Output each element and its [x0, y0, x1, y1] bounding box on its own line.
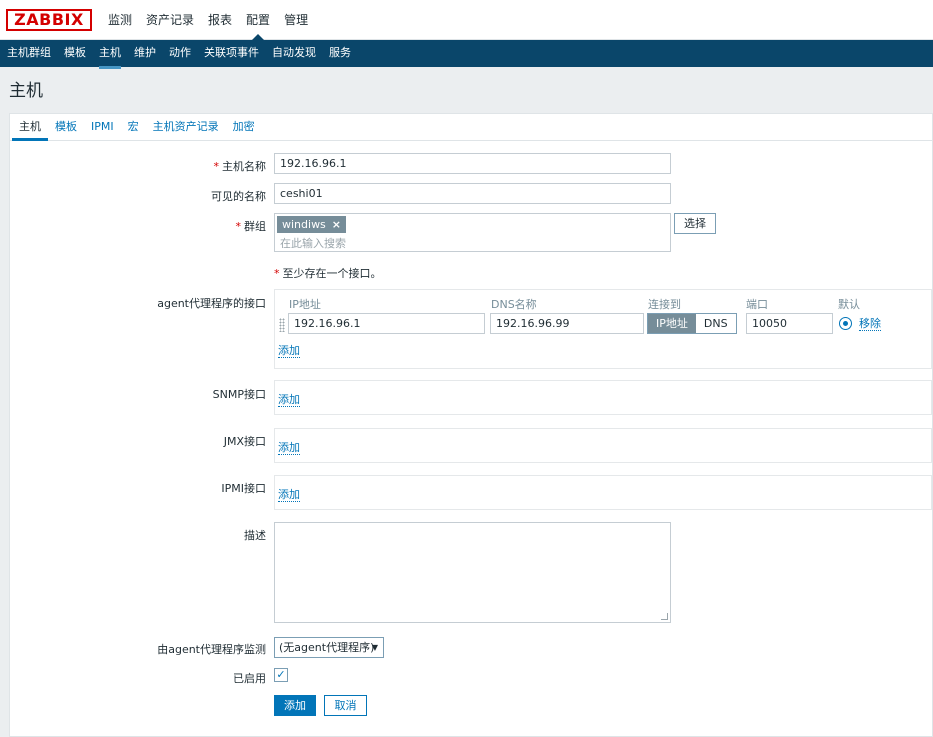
menu-administration[interactable]: 管理: [284, 0, 308, 40]
visible-name-input[interactable]: ceshi01: [274, 183, 671, 204]
tab-macros[interactable]: 宏: [121, 114, 146, 140]
visible-name-label: 可见的名称: [211, 190, 266, 203]
zabbix-logo[interactable]: ZABBIX: [6, 9, 92, 31]
host-form-panel: 主机 模板 IPMI 宏 主机资产记录 加密 * 主机名称 192.16.96.1…: [9, 113, 933, 737]
agent-dns-input[interactable]: 192.16.96.99: [490, 313, 644, 334]
snmp-interface-label: SNMP接口: [212, 388, 266, 401]
menu-configuration[interactable]: 配置: [246, 0, 270, 40]
proxy-select-value: (无agent代理程序): [279, 641, 375, 654]
menu-monitoring[interactable]: 监测: [108, 0, 132, 40]
submenu-maintenance[interactable]: 维护: [134, 40, 156, 67]
ipmi-interface-label: IPMI接口: [221, 482, 266, 495]
add-jmx-interface-link[interactable]: 添加: [278, 441, 300, 455]
enabled-checkbox[interactable]: ✓: [274, 668, 288, 682]
tab-ipmi[interactable]: IPMI: [84, 114, 121, 140]
jmx-interface-label: JMX接口: [223, 435, 266, 448]
select-groups-button[interactable]: 选择: [674, 213, 716, 234]
jmx-interface-box: 添加: [274, 428, 932, 463]
agent-interface-box: IP地址 DNS名称 连接到 端口 默认 192.16.96.1 192.16.…: [274, 289, 932, 369]
tab-host[interactable]: 主机: [12, 114, 48, 141]
connect-ip-option[interactable]: IP地址: [648, 314, 696, 333]
submenu-correlation[interactable]: 关联项事件: [204, 40, 259, 67]
connect-dns-option[interactable]: DNS: [696, 314, 736, 333]
snmp-interface-box: 添加: [274, 380, 932, 415]
groups-label: * 群组: [16, 218, 267, 234]
col-dns-header: DNS名称: [491, 298, 537, 311]
add-snmp-interface-link[interactable]: 添加: [278, 393, 300, 407]
remove-interface-link[interactable]: 移除: [859, 317, 881, 331]
submenu-services[interactable]: 服务: [329, 40, 351, 67]
page-title: 主机: [9, 81, 43, 101]
menu-reports[interactable]: 报表: [208, 0, 232, 40]
host-name-input[interactable]: 192.16.96.1: [274, 153, 671, 174]
add-agent-interface-link[interactable]: 添加: [278, 344, 300, 358]
submenu-templates[interactable]: 模板: [64, 40, 86, 67]
main-menu: 监测 资产记录 报表 配置 管理: [108, 0, 322, 40]
col-ip-header: IP地址: [289, 298, 321, 311]
groups-search-placeholder[interactable]: 在此输入搜索: [280, 235, 346, 251]
col-port-header: 端口: [746, 298, 768, 311]
enabled-label: 已启用: [233, 672, 266, 685]
interface-note: * 至少存在一个接口。: [274, 265, 382, 281]
host-name-label-text: 主机名称: [222, 160, 266, 173]
tab-encryption[interactable]: 加密: [226, 114, 262, 140]
col-default-header: 默认: [838, 298, 860, 311]
required-mark: *: [213, 160, 220, 173]
submenu-host-groups[interactable]: 主机群组: [7, 40, 51, 67]
agent-ip-input[interactable]: 192.16.96.1: [288, 313, 485, 334]
add-host-button[interactable]: 添加: [274, 695, 316, 716]
submenu-actions[interactable]: 动作: [169, 40, 191, 67]
form-tabs: 主机 模板 IPMI 宏 主机资产记录 加密: [10, 114, 932, 141]
sub-menu: 主机群组 模板 主机 维护 动作 关联项事件 自动发现 服务: [0, 40, 933, 69]
submenu-discovery[interactable]: 自动发现: [272, 40, 316, 67]
host-name-label: * 主机名称: [16, 158, 267, 174]
description-textarea[interactable]: [274, 522, 671, 623]
cancel-button[interactable]: 取消: [324, 695, 367, 716]
group-chip: windiws ×: [277, 216, 347, 233]
chip-remove-icon[interactable]: ×: [332, 218, 341, 231]
top-header: ZABBIX 监测 资产记录 报表 配置 管理: [0, 0, 933, 40]
agent-interface-label: agent代理程序的接口: [157, 297, 266, 310]
note-text: 至少存在一个接口。: [282, 267, 382, 280]
agent-port-input[interactable]: 10050: [746, 313, 833, 334]
connect-to-toggle: IP地址 DNS: [647, 313, 737, 334]
description-label: 描述: [244, 529, 266, 542]
proxy-label: 由agent代理程序监测: [157, 643, 266, 656]
menu-inventory[interactable]: 资产记录: [146, 0, 194, 40]
add-ipmi-interface-link[interactable]: 添加: [278, 488, 300, 502]
required-mark: *: [235, 220, 242, 233]
dropdown-arrow-icon: ▼: [371, 643, 378, 652]
drag-handle-icon[interactable]: [279, 318, 285, 332]
col-connect-header: 连接到: [648, 298, 681, 311]
submenu-hosts[interactable]: 主机: [99, 40, 121, 69]
proxy-select[interactable]: (无agent代理程序) ▼: [274, 637, 384, 658]
required-mark: *: [274, 267, 280, 280]
default-radio[interactable]: [839, 317, 852, 330]
groups-multiselect[interactable]: windiws × 在此输入搜索: [274, 213, 671, 252]
ipmi-interface-box: 添加: [274, 475, 932, 510]
tab-templates[interactable]: 模板: [48, 114, 84, 140]
group-chip-label: windiws: [282, 218, 326, 231]
groups-label-text: 群组: [244, 220, 266, 233]
tab-inventory[interactable]: 主机资产记录: [146, 114, 226, 140]
